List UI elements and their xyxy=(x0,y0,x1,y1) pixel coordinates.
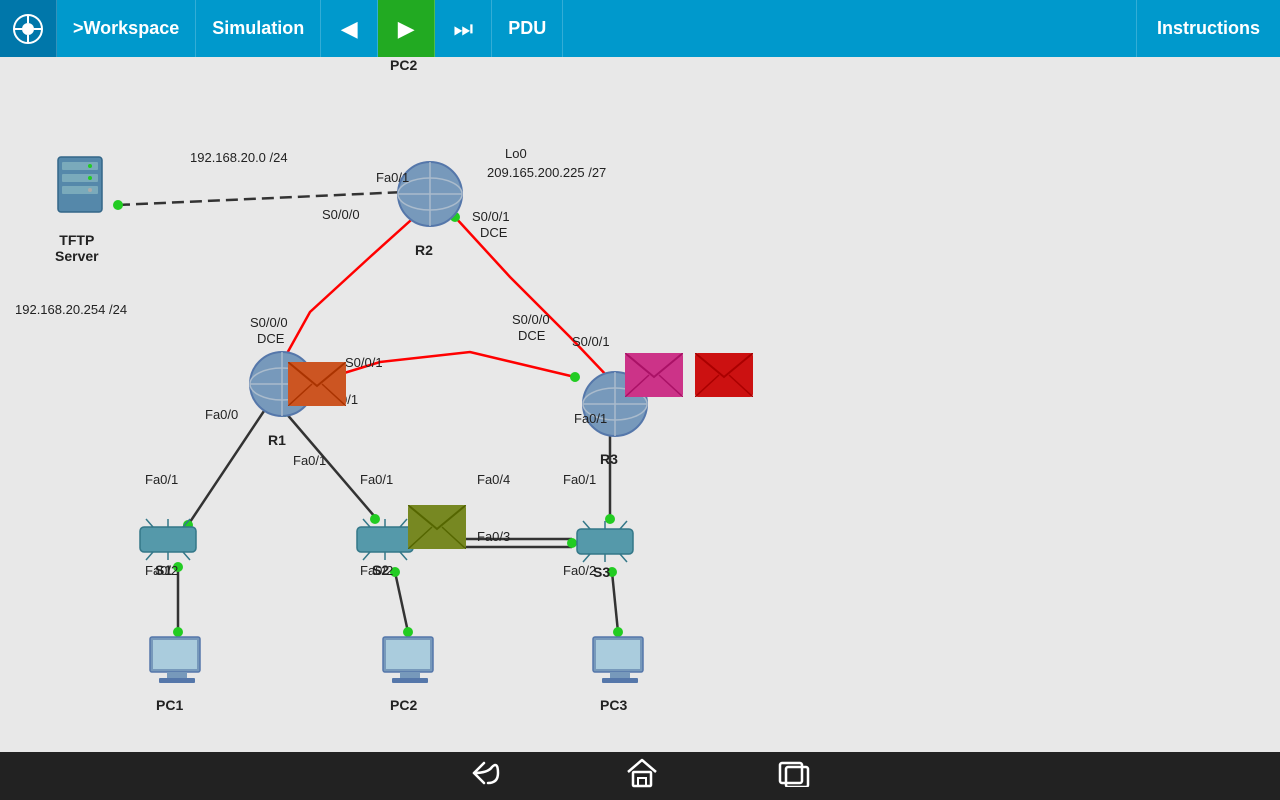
step-button[interactable]: ⏭ xyxy=(435,0,492,57)
switch-s1[interactable] xyxy=(138,517,198,567)
switch-s2[interactable] xyxy=(355,517,415,567)
back-button[interactable]: ◀ xyxy=(321,0,378,57)
nav-back-button[interactable] xyxy=(470,759,506,794)
logo-button[interactable] xyxy=(0,0,57,57)
r1-fa00-label: Fa0/0 xyxy=(205,407,238,422)
pdu-envelope-r3-red[interactable] xyxy=(695,353,753,402)
tftp-label: TFTPServer xyxy=(55,232,99,264)
r1-fa01-label: Fa0/1 xyxy=(293,453,326,468)
r2-fa01-label: Fa0/1 xyxy=(376,170,409,185)
r3-s001-label: S0/0/1 xyxy=(572,334,610,349)
pdu-envelope-r1[interactable] xyxy=(288,362,346,411)
instructions-button[interactable]: Instructions xyxy=(1136,0,1280,57)
r3-fa01-label: Fa0/1 xyxy=(574,411,607,426)
pc1[interactable] xyxy=(145,632,210,697)
pc1-label: PC1 xyxy=(156,697,183,713)
pc2-label-text: PC2 xyxy=(390,697,417,713)
r3-s000-label: S0/0/0 xyxy=(512,312,550,327)
s2-fa03-label: Fa0/3 xyxy=(477,529,510,544)
nav-recents-button[interactable] xyxy=(778,759,810,794)
s2-fa01-label: Fa0/1 xyxy=(360,472,393,487)
s2-fa02-label: Fa0/2 xyxy=(360,563,393,578)
lo0-label: Lo0 xyxy=(505,146,527,161)
tftp-server[interactable] xyxy=(50,152,110,227)
s1-fa01-label: Fa0/1 xyxy=(145,472,178,487)
s1-fa02-label: Fa0/2 xyxy=(145,563,178,578)
r1-label: R1 xyxy=(268,432,286,448)
r2-dce-label: DCE xyxy=(480,225,507,240)
pdu-button[interactable]: PDU xyxy=(492,0,563,57)
pdu-envelope-s2[interactable] xyxy=(408,505,466,554)
pc2[interactable] xyxy=(378,632,443,697)
workspace-button[interactable]: >Workspace xyxy=(57,0,196,57)
play-button[interactable]: ▶ xyxy=(378,0,435,57)
r2-s001-label: S0/0/1 xyxy=(472,209,510,224)
bottom-nav xyxy=(0,752,1280,800)
pdu-envelope-r3-pink[interactable] xyxy=(625,353,683,402)
s2-fa04-label: Fa0/4 xyxy=(477,472,510,487)
pc2-label: PC2 xyxy=(390,57,417,73)
pc3[interactable] xyxy=(588,632,653,697)
toolbar: >Workspace Simulation ◀ ▶ ⏭ PDU Instruct… xyxy=(0,0,1280,57)
r1-dce-label: DCE xyxy=(257,331,284,346)
r1-s000-label: S0/0/0 xyxy=(250,315,288,330)
r3-label: R3 xyxy=(600,451,618,467)
router-r2[interactable] xyxy=(393,157,468,237)
s3-fa01-label: Fa0/1 xyxy=(563,472,596,487)
tftp-ip-label: 192.168.20.254 /24 xyxy=(15,302,127,317)
lo0-ip-label: 209.165.200.225 /27 xyxy=(487,165,606,180)
net-label-r2-tftp: 192.168.20.0 /24 xyxy=(190,150,288,165)
r1-s001-label: S0/0/1 xyxy=(345,355,383,370)
nav-home-button[interactable] xyxy=(626,758,658,795)
pc3-label: PC3 xyxy=(600,697,627,713)
r3-dce-label: DCE xyxy=(518,328,545,343)
s3-fa02-label: Fa0/2 xyxy=(563,563,596,578)
r2-s000-label: S0/0/0 xyxy=(322,207,360,222)
network-canvas: TFTPServer 192.168.20.254 /24 R2 R1 R3 xyxy=(0,57,1280,752)
switch-s3[interactable] xyxy=(575,519,635,569)
simulation-button[interactable]: Simulation xyxy=(196,0,321,57)
r2-label: R2 xyxy=(415,242,433,258)
